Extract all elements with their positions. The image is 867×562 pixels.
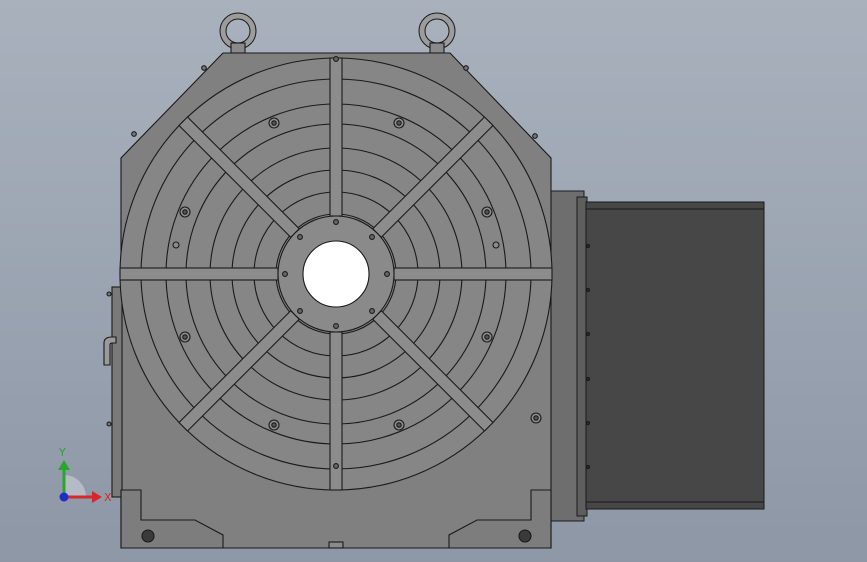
triad-y-label: Y: [58, 446, 66, 459]
viewport-canvas[interactable]: Y X: [0, 0, 867, 562]
faceplate[interactable]: [119, 56, 553, 491]
mount-hole-right: [518, 529, 532, 543]
motor-body: [585, 201, 765, 510]
base-notch: [328, 541, 344, 549]
side-clamp: [111, 286, 123, 498]
mount-hole-left: [141, 529, 155, 543]
triad-x-label: X: [104, 491, 112, 504]
motor-assembly[interactable]: [550, 190, 765, 522]
center-bore: [302, 240, 370, 308]
cad-viewport[interactable]: Y X: [0, 0, 867, 562]
triad-z-axis-dot: [59, 492, 69, 502]
